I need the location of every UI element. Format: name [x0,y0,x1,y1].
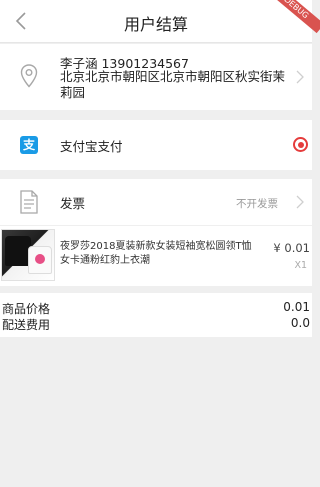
goods-price-value: 0.01 [283,300,310,314]
shipping-address-row[interactable]: 李子涵 13901234567 北京北京市朝阳区北京市朝阳区秋实街茉莉园 [0,44,312,110]
page-title: 用户结算 [123,15,188,34]
shipping-fee-label: 配送费用 [2,318,51,332]
product-name: 夜罗莎2018夏装新款女装短袖宽松圆领T恤女卡通粉红豹上衣潮 [60,241,252,266]
invoice-value: 不开发票 [236,198,278,210]
order-item[interactable]: 夜罗莎2018夏装新款女装短袖宽松圆领T恤女卡通粉红豹上衣潮 ¥ 0.01 X1 [0,226,312,286]
product-thumbnail [1,229,55,281]
invoice-document-icon [20,190,38,214]
payment-method-row[interactable]: 支 支付宝支付 [0,120,312,170]
radio-dot [297,141,304,148]
alipay-icon: 支 [20,136,38,154]
price-summary: 商品价格 0.01 配送费用 0.0 [0,293,312,337]
header-bar: 用户结算 DEBUG [0,0,320,43]
chevron-right-icon [296,70,304,84]
tshirt-print-shape [35,254,45,264]
product-price: ¥ 0.01 [273,241,310,255]
payment-radio-selected[interactable] [293,137,308,152]
address-detail: 北京北京市朝阳区北京市朝阳区秋实街茉莉园 [60,69,286,100]
goods-price-label: 商品价格 [2,302,51,316]
chevron-right-icon [296,195,304,209]
location-pin-icon [20,64,38,88]
shipping-fee-value: 0.0 [290,316,310,330]
product-quantity: X1 [294,260,307,271]
invoice-label: 发票 [60,196,86,211]
invoice-row[interactable]: 发票 不开发票 [0,179,312,225]
payment-method-label: 支付宝支付 [60,139,123,154]
